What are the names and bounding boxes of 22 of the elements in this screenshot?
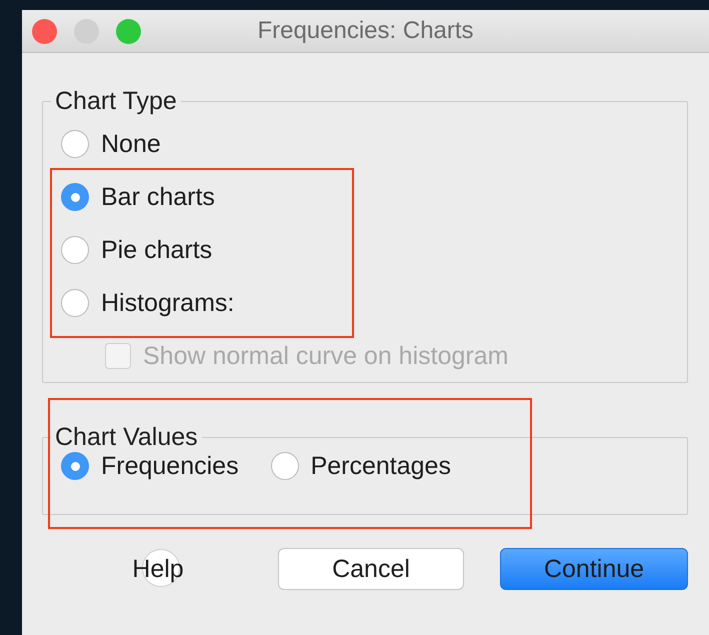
radio-button[interactable] [61,130,89,158]
radio-label: Bar charts [101,182,215,212]
checkbox-label: Show normal curve on histogram [143,342,508,370]
window-title: Frequencies: Charts [257,17,474,44]
radio-button[interactable] [61,183,89,211]
zoom-icon[interactable] [116,18,141,44]
radio-label: Histograms: [101,288,234,318]
cancel-button[interactable]: Cancel [278,548,464,590]
close-icon[interactable] [32,18,57,44]
radio-label: Percentages [310,452,451,480]
radio-label: Frequencies [101,452,239,480]
radio-button[interactable] [61,452,89,480]
group-title: Chart Type [54,87,178,116]
radio-label: Pie charts [101,236,212,264]
continue-button[interactable]: Continue [500,548,688,590]
minimize-icon[interactable] [74,18,99,44]
group-title: Chart Values [54,423,199,452]
radio-button[interactable] [61,236,89,264]
radio-button[interactable] [270,452,299,480]
radio-button[interactable] [61,289,89,317]
radio-label: None [101,130,161,158]
help-button[interactable]: Help [132,554,184,584]
